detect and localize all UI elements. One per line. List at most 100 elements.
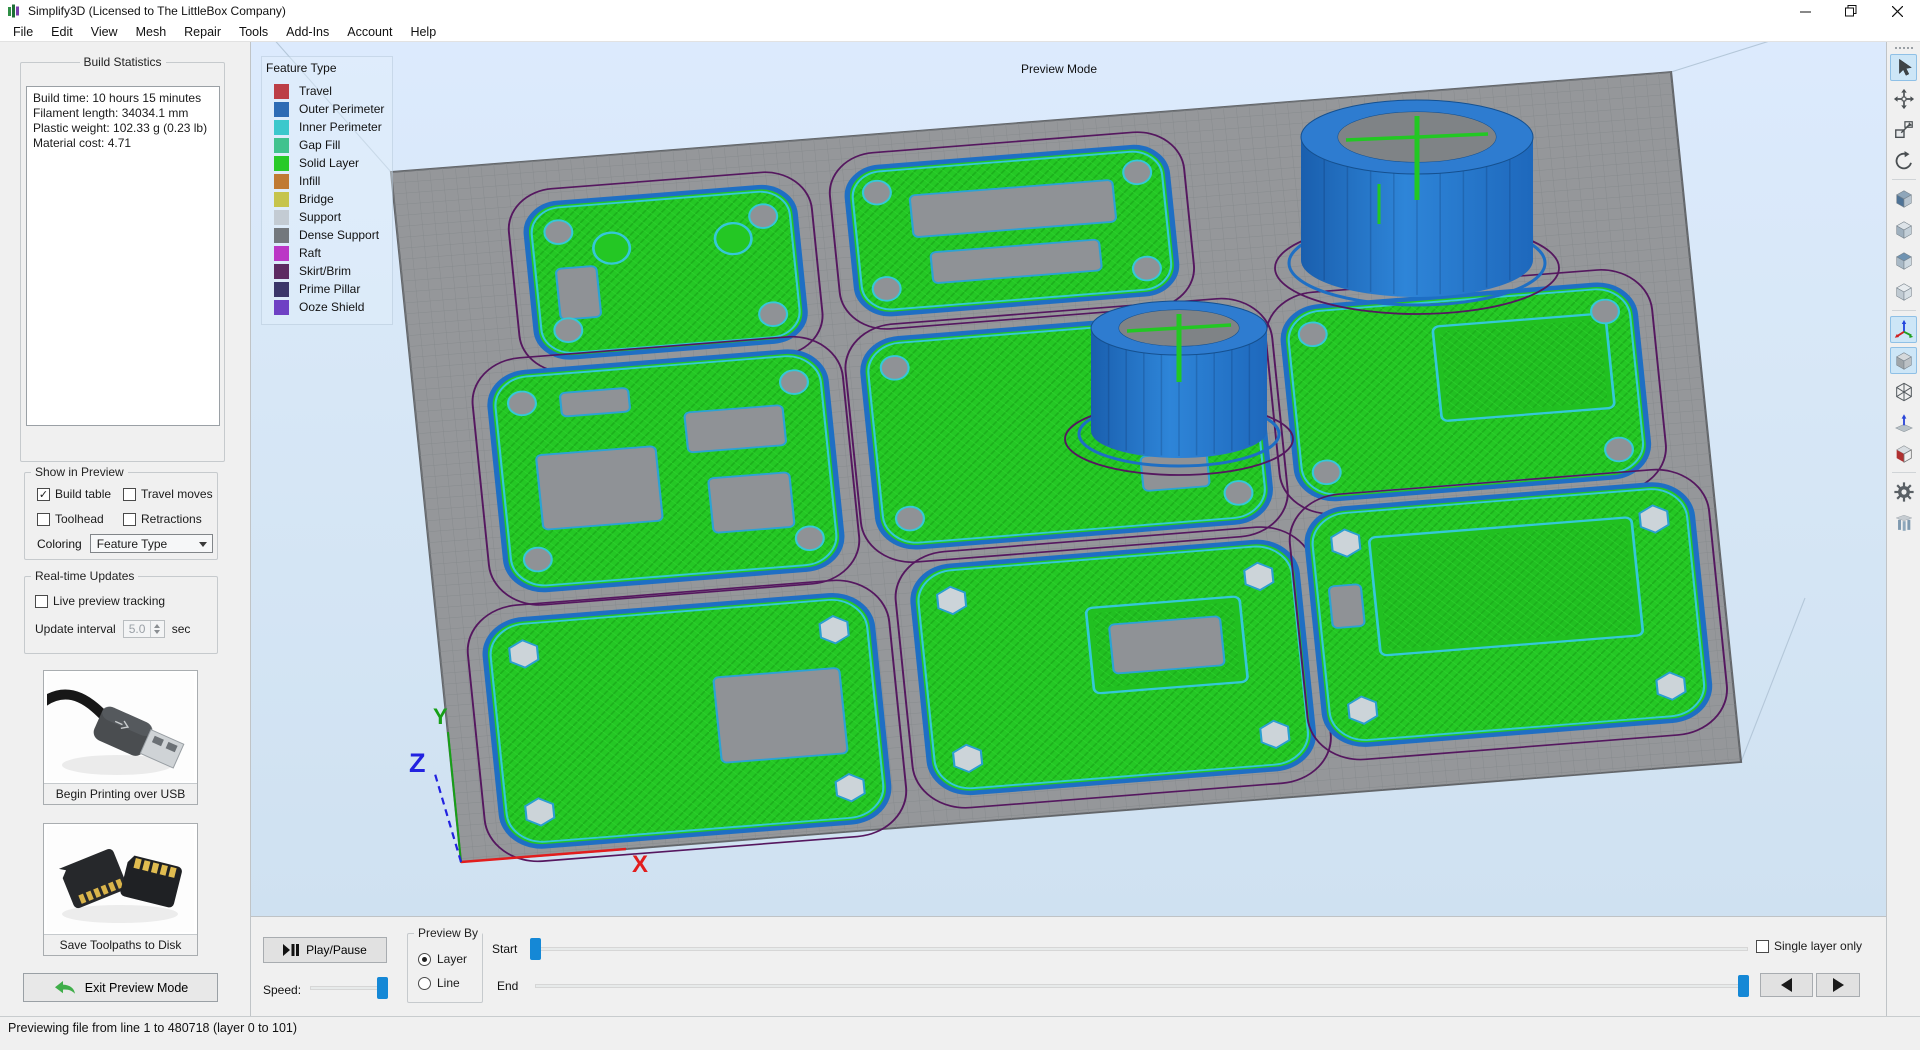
support-structures-icon[interactable] (1890, 509, 1917, 536)
view-cube-2-icon[interactable] (1890, 216, 1917, 243)
legend-label: Skirt/Brim (299, 264, 351, 278)
left-panel: Build Statistics Build time: 10 hours 15… (0, 42, 251, 1016)
view-cube-4-icon[interactable] (1890, 278, 1917, 305)
legend-item-raft: Raft (266, 244, 384, 262)
preview-viewport[interactable]: X YZ Preview Mode Feature Type Travel Oute… (251, 42, 1886, 916)
retractions-box[interactable] (123, 512, 136, 526)
right-arrow-icon (1832, 978, 1844, 992)
wireframe-view-icon[interactable] (1890, 378, 1917, 405)
preview-mode-label: Preview Mode (1021, 62, 1098, 76)
toolhead-box[interactable] (37, 512, 50, 526)
close-button[interactable] (1874, 0, 1920, 22)
cross-section-view-icon[interactable] (1890, 440, 1917, 467)
layer-radio-button[interactable] (418, 952, 431, 966)
minimize-button[interactable] (1782, 0, 1828, 22)
exit-preview-mode-button[interactable]: Exit Preview Mode (23, 973, 218, 1002)
legend-label: Outer Perimeter (299, 102, 385, 116)
previous-layer-button[interactable] (1760, 973, 1813, 997)
ooze-shield-swatch (274, 299, 289, 315)
infill-swatch (274, 173, 289, 189)
legend-label: Dense Support (299, 228, 380, 242)
travel-moves-checkbox[interactable]: Travel moves (123, 487, 213, 501)
live-preview-tracking-box[interactable] (35, 594, 48, 608)
select-tool-icon[interactable] (1890, 54, 1917, 81)
coloring-dropdown[interactable]: Feature Type (89, 534, 213, 553)
machine-settings-icon[interactable] (1890, 478, 1917, 505)
update-interval-label: Update interval (35, 622, 116, 636)
speed-slider-handle[interactable] (377, 977, 388, 999)
surface-normals-view-icon[interactable] (1890, 409, 1917, 436)
realtime-updates-group: Real-time Updates Live preview tracking … (24, 569, 218, 654)
start-slider-handle[interactable] (530, 938, 541, 960)
preview-by-layer-radio[interactable]: Layer (418, 952, 467, 966)
menu-item-add-ins[interactable]: Add-Ins (277, 22, 338, 42)
rotate-tool-icon[interactable] (1890, 147, 1917, 174)
toolhead-checkbox[interactable]: Toolhead (37, 512, 123, 526)
build-statistics-list: Build time: 10 hours 15 minutes Filament … (26, 86, 220, 426)
end-slider-track[interactable] (535, 984, 1749, 988)
speed-slider[interactable] (310, 977, 388, 999)
menu-item-edit[interactable]: Edit (42, 22, 82, 42)
menu-item-mesh[interactable]: Mesh (127, 22, 176, 42)
preview-by-title: Preview By (414, 926, 483, 940)
realtime-updates-title: Real-time Updates (31, 569, 139, 583)
support-swatch (274, 209, 289, 225)
preview-controls-bar: Play/Pause Speed: Preview By Layer Line … (251, 916, 1886, 1016)
begin-printing-usb-button[interactable]: Begin Printing over USB (43, 670, 198, 805)
single-layer-checkbox[interactable]: Single layer only (1756, 939, 1862, 953)
legend-label: Inner Perimeter (299, 120, 382, 134)
legend-item-infill: Infill (266, 172, 384, 190)
show-in-preview-options: ✓ Build table Travel moves Toolhead Retracti… (37, 487, 213, 526)
preview-by-line-radio[interactable]: Line (418, 976, 460, 990)
view-cube-3-icon[interactable] (1890, 247, 1917, 274)
update-interval-spinner[interactable]: 5.0 (122, 620, 165, 638)
menu-item-help[interactable]: Help (401, 22, 445, 42)
menu-item-tools[interactable]: Tools (230, 22, 277, 42)
spinner-arrows-icon[interactable] (149, 621, 164, 637)
retractions-checkbox[interactable]: Retractions (123, 512, 213, 526)
save-toolpaths-button[interactable]: Save Toolpaths to Disk (43, 823, 198, 956)
legend-label: Infill (299, 174, 321, 188)
sd-cards-image (44, 824, 197, 934)
end-layer-slider[interactable] (535, 975, 1749, 997)
app-logo-icon (6, 3, 22, 19)
app-window: Simplify3D (Licensed to The LittleBox Co… (0, 0, 1920, 1050)
stat-line: Build time: 10 hours 15 minutes (33, 91, 202, 105)
coordinate-axes-view-icon[interactable] (1890, 316, 1917, 343)
coloring-value: Feature Type (96, 536, 168, 551)
scale-tool-icon[interactable] (1890, 116, 1917, 143)
restore-button[interactable] (1828, 0, 1874, 22)
legend-item-solid-layer: Solid Layer (266, 154, 384, 172)
menu-item-view[interactable]: View (82, 22, 127, 42)
dense-support-swatch (274, 227, 289, 243)
play-pause-button[interactable]: Play/Pause (263, 937, 387, 963)
start-slider-track[interactable] (530, 947, 1748, 951)
legend-label: Raft (299, 246, 322, 260)
status-bar: Previewing file from line 1 to 480718 (l… (0, 1016, 1920, 1050)
menu-item-file[interactable]: File (4, 22, 42, 42)
line-radio-button[interactable] (418, 976, 431, 990)
exit-button-label: Exit Preview Mode (84, 980, 189, 995)
single-layer-label: Single layer only (1774, 939, 1863, 953)
build-statistics-group: Build Statistics Build time: 10 hours 15… (20, 55, 225, 462)
menu-item-repair[interactable]: Repair (175, 22, 230, 42)
toolhead-label: Toolhead (55, 512, 104, 526)
menu-item-account[interactable]: Account (338, 22, 401, 42)
update-interval-value: 5.0 (128, 622, 146, 636)
move-tool-icon[interactable] (1890, 85, 1917, 112)
build-table-box[interactable]: ✓ (37, 487, 50, 501)
travel-moves-box[interactable] (123, 487, 136, 501)
live-preview-tracking-checkbox[interactable]: Live preview tracking (35, 594, 165, 608)
build-table-checkbox[interactable]: ✓ Build table (37, 487, 123, 501)
view-cube-1-icon[interactable] (1890, 185, 1917, 212)
end-slider-handle[interactable] (1738, 975, 1749, 997)
layer-radio-label: Layer (437, 952, 468, 966)
start-layer-slider[interactable] (530, 938, 1748, 960)
retractions-label: Retractions (141, 512, 202, 526)
next-layer-button[interactable] (1816, 973, 1860, 997)
build-table-label: Build table (55, 487, 112, 501)
toolbar-grip[interactable] (1894, 47, 1913, 49)
single-layer-box[interactable] (1756, 939, 1769, 953)
svg-text:X: X (632, 851, 648, 878)
solid-render-view-icon[interactable] (1890, 347, 1917, 374)
